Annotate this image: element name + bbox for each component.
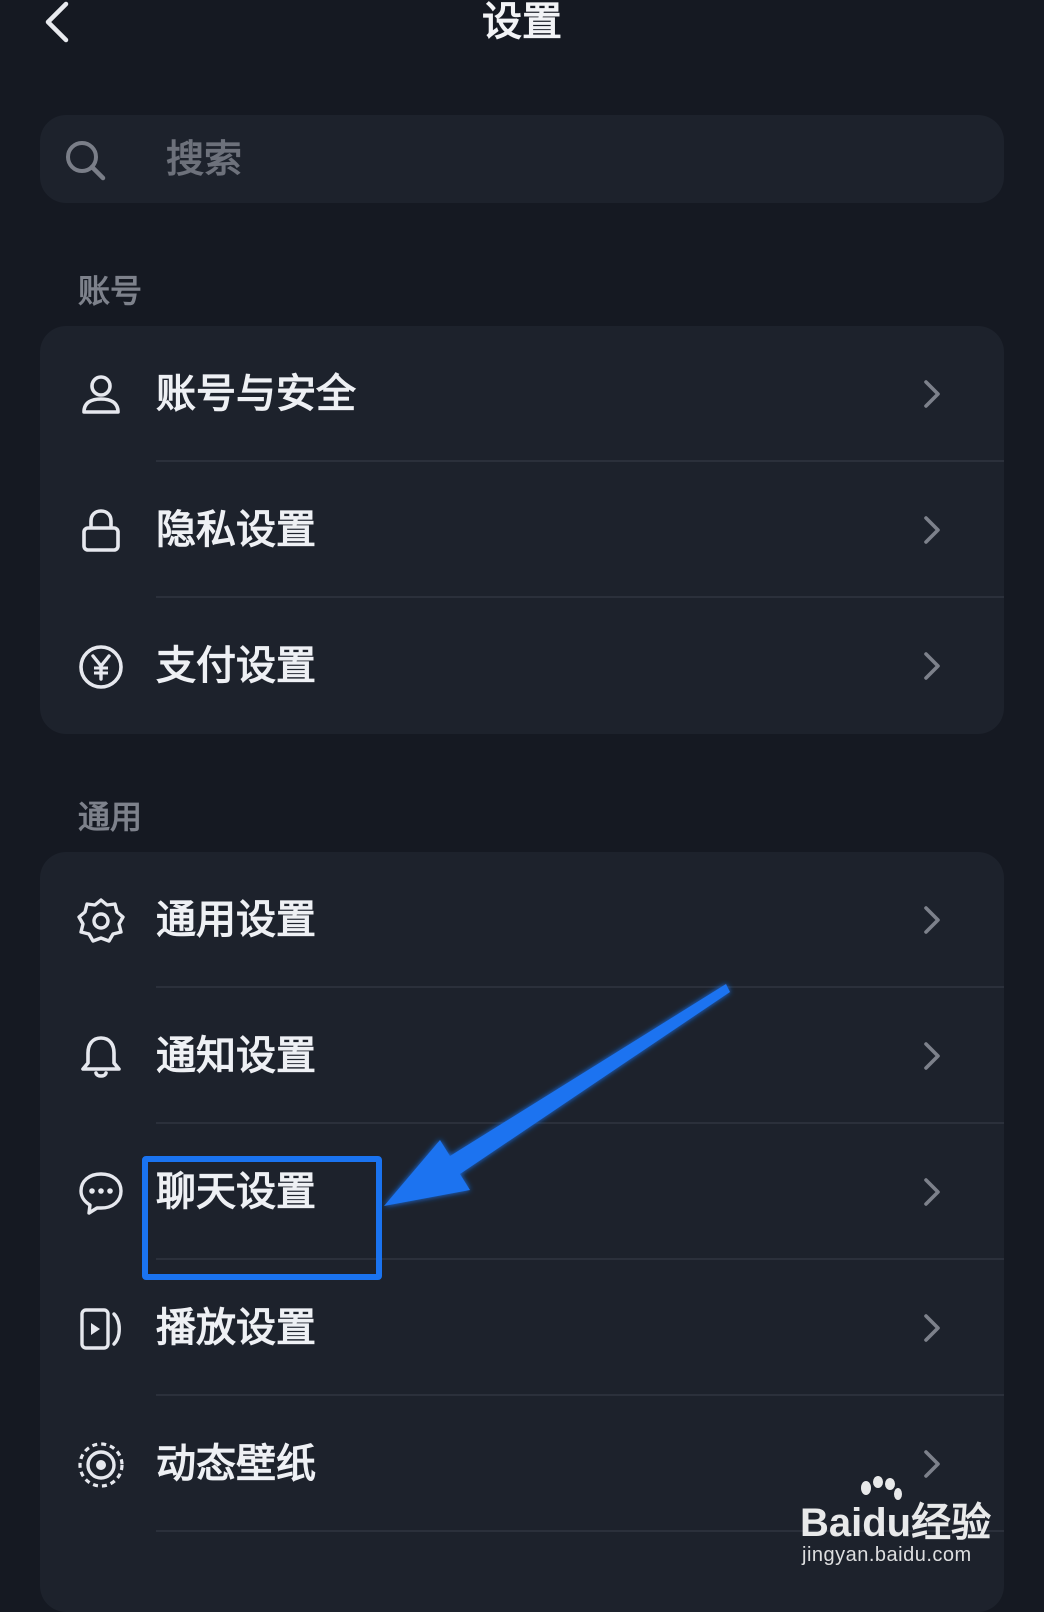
baidu-jingyan-watermark: Baidu经验 jingyan.baidu.com (800, 1476, 1000, 1586)
settings-item-general[interactable]: 通用设置 (40, 852, 1004, 988)
search-icon (66, 141, 106, 181)
settings-item-label: 支付设置 (156, 643, 316, 689)
watermark-brand: Baidu经验 (800, 1501, 992, 1545)
settings-item-label: 播放设置 (156, 1305, 316, 1351)
settings-item-payment[interactable]: 支付设置 (40, 598, 1004, 734)
page-title: 设置 (482, 0, 562, 45)
annotation-highlight-box (142, 1156, 382, 1280)
lock-icon (82, 509, 120, 552)
annotation-arrow-icon (384, 984, 730, 1206)
settings-item-label: 动态壁纸 (156, 1441, 316, 1487)
section-label-account: 账号 (78, 272, 143, 310)
settings-item-account-security[interactable]: 账号与安全 (40, 326, 1004, 462)
watermark-url: jingyan.baidu.com (802, 1544, 972, 1566)
chevron-right-icon (924, 906, 940, 934)
search-input[interactable] (166, 115, 966, 203)
settings-item-label: 隐私设置 (156, 507, 316, 553)
chevron-right-icon (924, 1042, 940, 1070)
account-card: 账号与安全 隐私设置 支付设置 (40, 326, 1004, 734)
user-icon (82, 375, 120, 414)
search-bar[interactable] (40, 115, 1004, 203)
settings-item-label: 通用设置 (156, 897, 316, 943)
settings-item-label: 账号与安全 (156, 371, 356, 417)
chevron-right-icon (924, 380, 940, 408)
yuan-icon (79, 645, 123, 689)
settings-item-label: 通知设置 (156, 1033, 316, 1079)
chevron-right-icon (924, 1178, 940, 1206)
header: 设置 (0, 0, 1044, 60)
gear-icon (77, 898, 125, 943)
player-icon (80, 1308, 121, 1350)
live-wallpaper-icon (78, 1442, 124, 1488)
chevron-right-icon (924, 516, 940, 544)
settings-item-privacy[interactable]: 隐私设置 (40, 462, 1004, 598)
chat-bubble-icon (79, 1172, 123, 1215)
chevron-right-icon (924, 652, 940, 680)
bell-icon (81, 1036, 121, 1078)
chevron-right-icon (924, 1314, 940, 1342)
section-label-general: 通用 (78, 798, 143, 836)
settings-item-playback[interactable]: 播放设置 (40, 1260, 1004, 1396)
